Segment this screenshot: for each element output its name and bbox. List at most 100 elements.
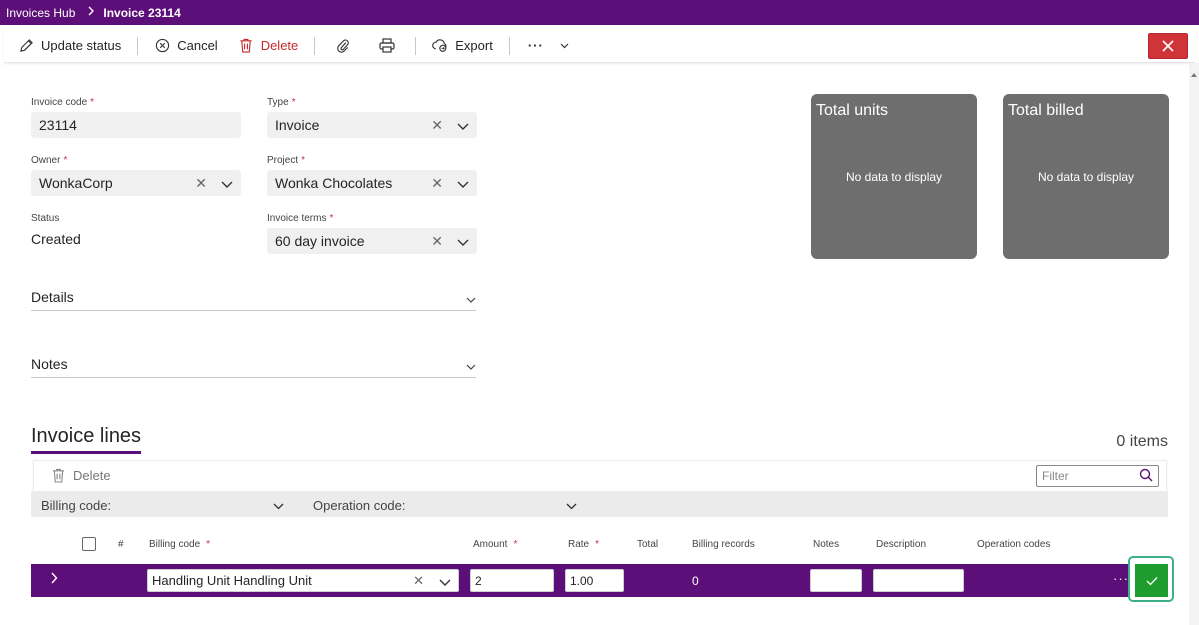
chevron-down-icon[interactable] <box>457 176 469 192</box>
tile-title: Total units <box>816 102 889 119</box>
required-mark: * <box>595 539 600 550</box>
more-label: ··· <box>527 38 544 53</box>
description-input[interactable] <box>873 569 964 592</box>
required-mark: * <box>301 155 306 166</box>
cloud-export-icon <box>432 38 448 54</box>
trash-icon <box>52 468 65 483</box>
select-all-checkbox[interactable] <box>82 537 96 551</box>
filter-input[interactable]: Filter <box>1036 465 1159 487</box>
col-rate[interactable]: Rate * <box>568 539 599 550</box>
chevron-down-icon <box>560 43 569 49</box>
filter-placeholder: Filter <box>1042 469 1069 483</box>
owner-label-text: Owner <box>31 155 61 166</box>
table-row[interactable]: Handling Unit Handling Unit ✕ 2 1.00 0 ·… <box>31 564 1168 597</box>
total-billed-tile: Total billed No data to display <box>1003 94 1169 259</box>
required-mark: * <box>206 539 211 550</box>
col-billing-records[interactable]: Billing records <box>692 539 755 550</box>
owner-lookup[interactable]: WonkaCorp ✕ <box>31 170 241 196</box>
amount-input[interactable]: 2 <box>470 569 554 592</box>
update-status-button[interactable]: Update status <box>8 29 131 63</box>
clear-icon[interactable]: ✕ <box>431 175 443 192</box>
col-notes[interactable]: Notes <box>813 539 839 550</box>
lines-delete-button[interactable]: Delete <box>52 468 111 483</box>
separator <box>508 36 510 55</box>
delete-button[interactable]: Delete <box>228 29 309 63</box>
cancel-circle-icon <box>154 38 170 54</box>
col-billing-code[interactable]: Billing code * <box>149 539 210 550</box>
type-label-text: Type <box>267 97 289 108</box>
chevron-down-icon <box>466 291 476 307</box>
checkmark-icon <box>1146 576 1158 586</box>
type-lookup[interactable]: Invoice ✕ <box>267 112 477 138</box>
save-row-button[interactable] <box>1135 564 1168 597</box>
chevron-down-icon[interactable] <box>439 575 451 590</box>
invoice-terms-label-text: Invoice terms <box>267 213 327 224</box>
chevron-down-icon[interactable] <box>221 176 233 192</box>
type-value: Invoice <box>275 117 320 133</box>
billing-code-group[interactable]: Billing code: <box>41 498 111 513</box>
trash-icon <box>238 38 254 54</box>
separator <box>415 36 417 55</box>
close-icon <box>1162 40 1174 52</box>
col-amount-text: Amount <box>473 539 508 550</box>
required-mark: * <box>329 213 334 224</box>
rate-input[interactable]: 1.00 <box>565 569 624 592</box>
notes-input[interactable] <box>810 569 862 592</box>
search-icon[interactable] <box>1139 468 1153 485</box>
chevron-down-icon[interactable] <box>457 234 469 250</box>
row-more-button[interactable]: ··· <box>1113 571 1129 586</box>
status-label: Status <box>31 213 60 224</box>
project-lookup[interactable]: Wonka Chocolates ✕ <box>267 170 477 196</box>
billing-code-lookup[interactable]: Handling Unit Handling Unit ✕ <box>147 569 459 592</box>
separator <box>137 36 139 55</box>
close-button[interactable] <box>1148 33 1188 59</box>
invoice-code-value: 23114 <box>39 117 77 133</box>
clear-icon[interactable]: ✕ <box>431 233 443 250</box>
details-label: Details <box>31 289 74 305</box>
tile-empty-message: No data to display <box>1037 170 1135 184</box>
clear-icon[interactable]: ✕ <box>195 175 207 192</box>
notes-section[interactable]: Notes <box>31 354 476 378</box>
total-units-tile: Total units No data to display <box>811 94 977 259</box>
print-button[interactable] <box>365 29 409 63</box>
project-label: Project * <box>267 155 305 166</box>
cancel-label: Cancel <box>177 38 218 53</box>
required-mark: * <box>90 97 95 108</box>
invoice-code-label: Invoice code * <box>31 97 94 108</box>
col-total[interactable]: Total <box>637 539 658 550</box>
vertical-scrollbar[interactable] <box>1189 63 1199 625</box>
details-section[interactable]: Details <box>31 287 476 311</box>
status-value: Created <box>31 231 81 247</box>
required-mark: * <box>291 97 296 108</box>
scroll-up-icon[interactable] <box>1191 65 1197 80</box>
owner-label: Owner * <box>31 155 67 166</box>
col-description[interactable]: Description <box>876 539 926 550</box>
more-commands-button[interactable]: ··· <box>516 29 581 63</box>
billing-records-value: 0 <box>692 574 699 588</box>
lines-command-bar: Delete Filter <box>33 460 1167 492</box>
invoice-lines-title: Invoice lines <box>31 425 142 454</box>
command-bar: Update status Cancel Delete Export ··· <box>4 29 1195 63</box>
chevron-down-icon[interactable] <box>566 498 577 513</box>
cancel-button[interactable]: Cancel <box>144 29 227 63</box>
export-button[interactable]: Export <box>422 29 503 63</box>
chevron-down-icon[interactable] <box>457 118 469 134</box>
attach-button[interactable] <box>321 29 365 63</box>
tile-empty-message: No data to display <box>845 170 943 184</box>
clear-icon[interactable]: ✕ <box>413 573 424 589</box>
chevron-down-icon[interactable] <box>273 498 284 513</box>
breadcrumb-current: Invoice 23114 <box>103 5 181 20</box>
breadcrumb-app[interactable]: Invoices Hub <box>6 6 75 20</box>
invoice-code-label-text: Invoice code <box>31 97 88 108</box>
project-value: Wonka Chocolates <box>275 175 393 191</box>
invoice-terms-lookup[interactable]: 60 day invoice ✕ <box>267 228 477 254</box>
col-amount[interactable]: Amount * <box>473 539 517 550</box>
col-operation-codes[interactable]: Operation codes <box>977 539 1050 550</box>
chevron-right-icon[interactable] <box>50 572 58 587</box>
clear-icon[interactable]: ✕ <box>431 117 443 134</box>
operation-code-group[interactable]: Operation code: <box>313 498 406 513</box>
group-by-bar: Billing code: Operation code: <box>31 492 1168 517</box>
invoice-code-field[interactable]: 23114 <box>31 112 241 138</box>
invoice-terms-label: Invoice terms * <box>267 213 333 224</box>
printer-icon <box>379 38 395 54</box>
